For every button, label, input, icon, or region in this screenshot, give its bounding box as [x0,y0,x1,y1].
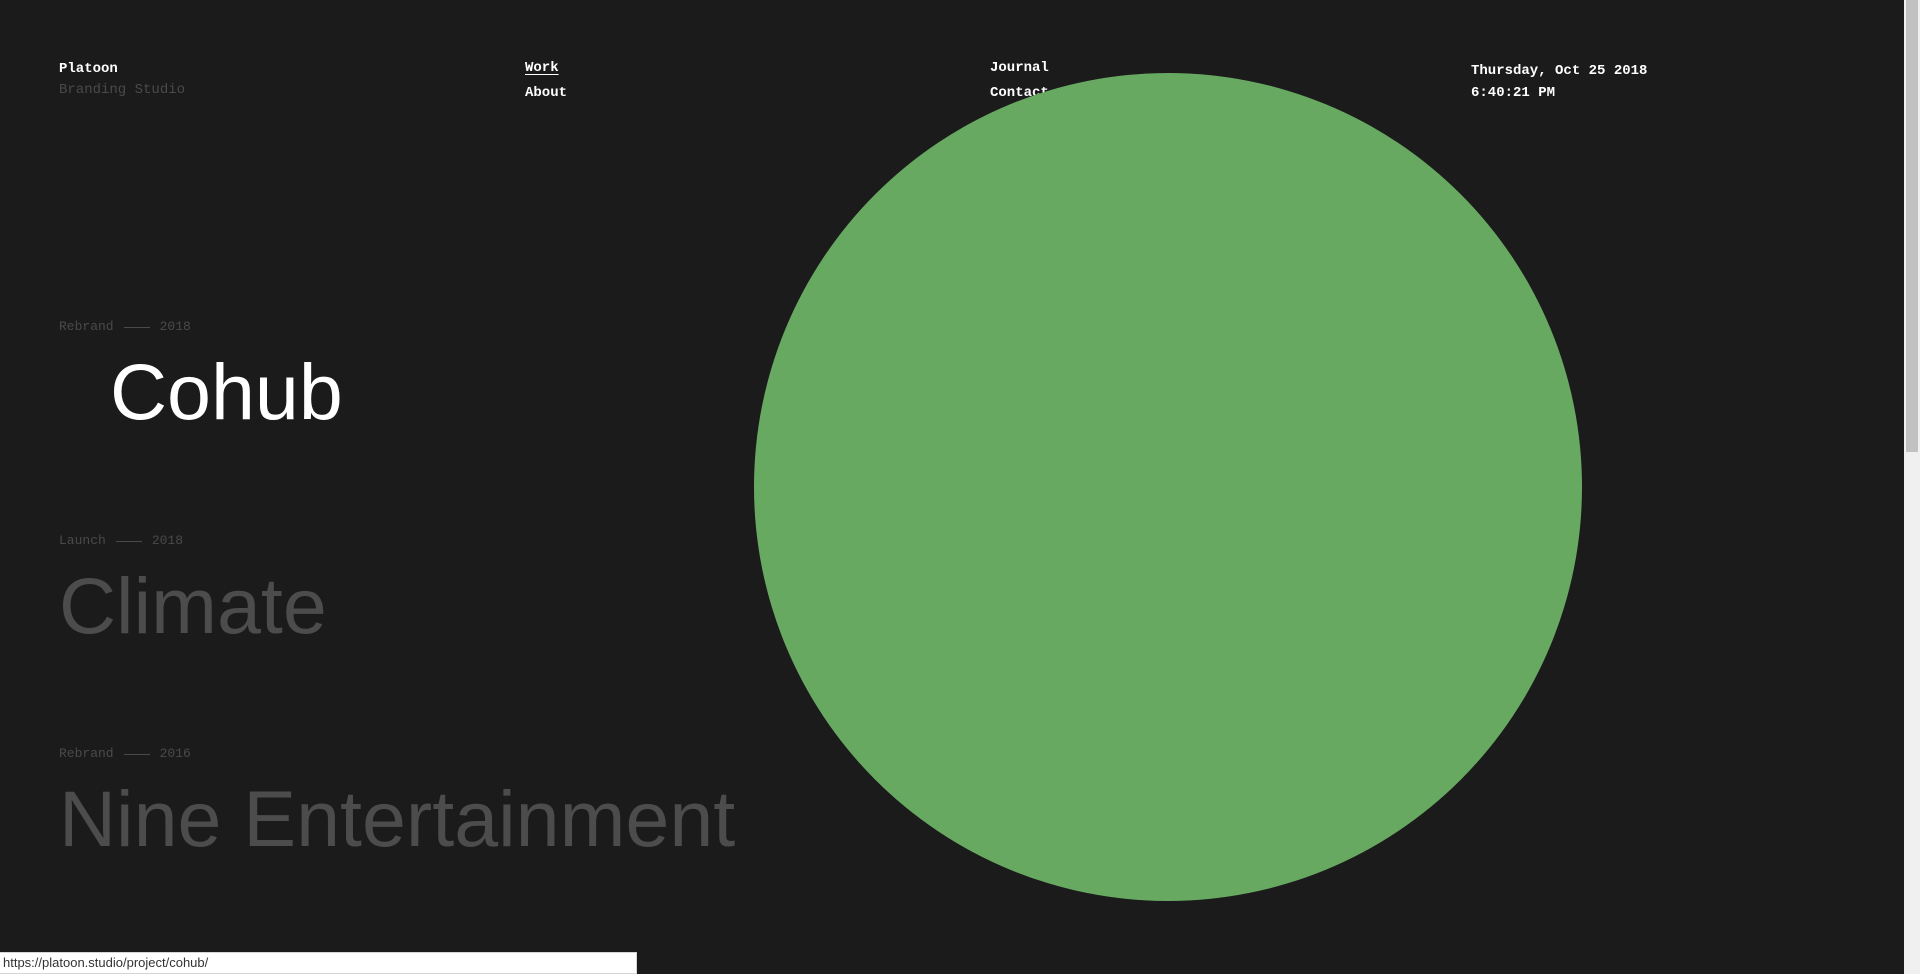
brand-tagline: Branding Studio [59,82,186,98]
project-title[interactable]: Climate [59,561,327,651]
project-meta: Launch 2018 [59,533,327,549]
project-item-cohub[interactable]: Rebrand 2018 Cohub [59,319,343,437]
nav-primary: Work About [525,59,567,109]
project-preview-circle[interactable] [754,73,1582,901]
status-bar-url: https://platoon.studio/project/cohub/ [0,952,637,974]
project-category: Rebrand [59,746,114,761]
meta-divider [123,753,150,755]
nav-link-journal[interactable]: Journal [990,59,1049,77]
project-meta: Rebrand 2018 [59,319,343,335]
project-meta: Rebrand 2016 [59,746,735,762]
project-year: 2018 [159,319,191,334]
vertical-scrollbar[interactable] [1904,0,1920,974]
meta-divider [123,326,150,328]
date-time: Thursday, Oct 25 2018 6:40:21 PM [1471,60,1647,104]
project-title[interactable]: Cohub [110,347,343,437]
project-year: 2016 [159,746,191,761]
date-text: Thursday, Oct 25 2018 [1471,63,1648,79]
page: Platoon Branding Studio Work About Journ… [0,0,1904,974]
nav-link-about[interactable]: About [525,84,567,102]
brand-name[interactable]: Platoon [59,60,185,78]
project-item-climate[interactable]: Launch 2018 Climate [59,533,327,651]
meta-divider [115,540,142,542]
brand: Platoon Branding Studio [59,60,185,102]
project-category: Launch [59,533,106,548]
project-item-nine-entertainment[interactable]: Rebrand 2016 Nine Entertainment [59,746,735,864]
nav-link-work[interactable]: Work [525,59,567,77]
time-text: 6:40:21 PM [1471,85,1556,101]
project-year: 2018 [151,533,184,548]
project-title[interactable]: Nine Entertainment [59,774,735,864]
scrollbar-thumb[interactable] [1906,0,1918,452]
project-category: Rebrand [59,319,114,334]
